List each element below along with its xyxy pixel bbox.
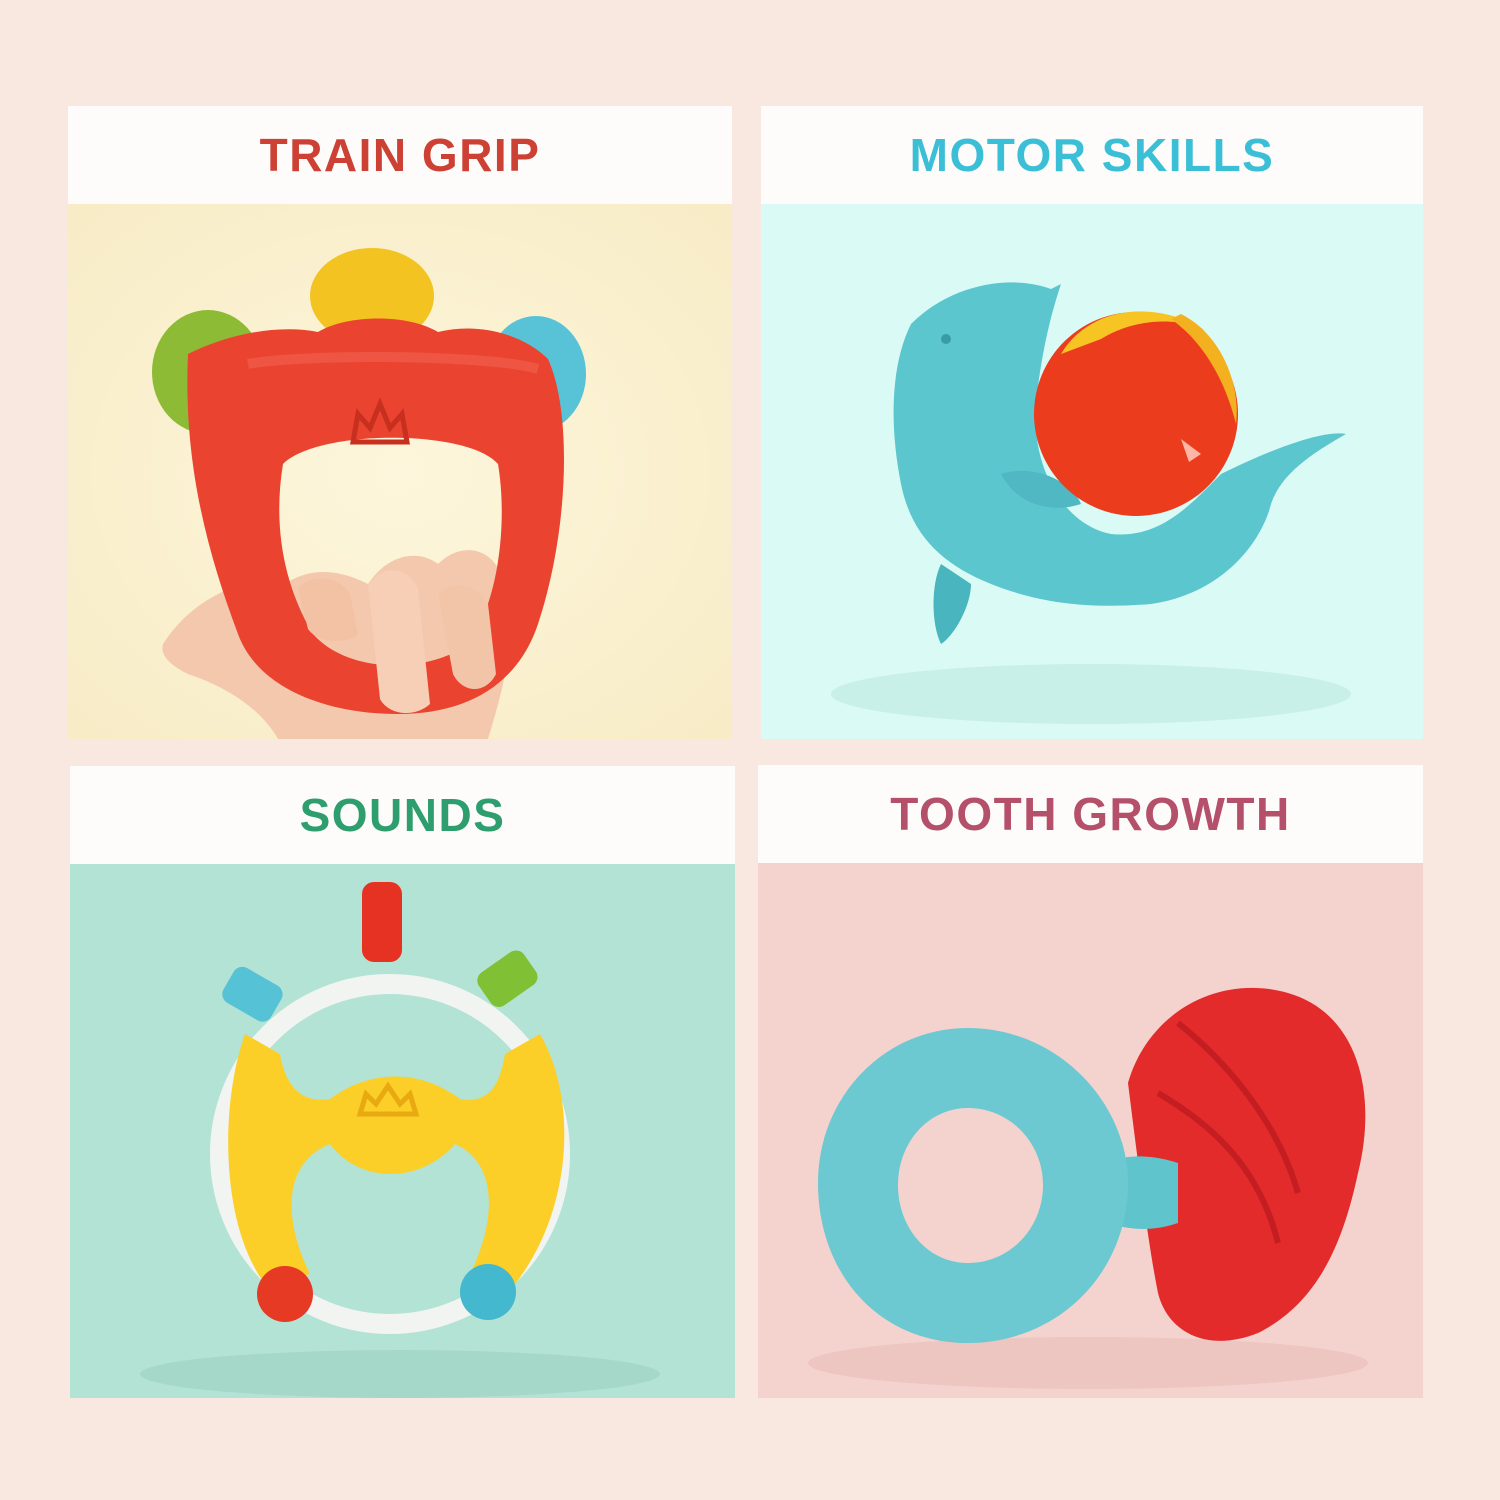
feature-panel-motor-skills: MOTOR SKILLS <box>761 106 1423 739</box>
panel-header: TRAIN GRIP <box>68 106 732 204</box>
panel-header: SOUNDS <box>70 766 735 864</box>
feature-panel-train-grip: TRAIN GRIP <box>68 106 732 739</box>
red-bead <box>257 1266 313 1322</box>
panel-title: TRAIN GRIP <box>259 129 541 181</box>
panel-title: SOUNDS <box>299 789 506 841</box>
panel-header: MOTOR SKILLS <box>761 106 1423 204</box>
ring-rattle-photo <box>70 864 735 1398</box>
dolphin-rattle-photo <box>761 204 1423 739</box>
dolphin-eye <box>941 334 951 344</box>
feature-panel-sounds: SOUNDS <box>70 766 735 1398</box>
red-charm <box>362 882 402 962</box>
blue-bead <box>460 1264 516 1320</box>
panel-title: TOOTH GROWTH <box>890 788 1291 840</box>
panel-title: MOTOR SKILLS <box>909 129 1275 181</box>
tambourine-rattle-photo <box>68 204 732 739</box>
feature-panel-tooth-growth: TOOTH GROWTH <box>758 765 1423 1398</box>
teether-photo <box>758 863 1423 1398</box>
panel-header: TOOTH GROWTH <box>758 765 1423 863</box>
